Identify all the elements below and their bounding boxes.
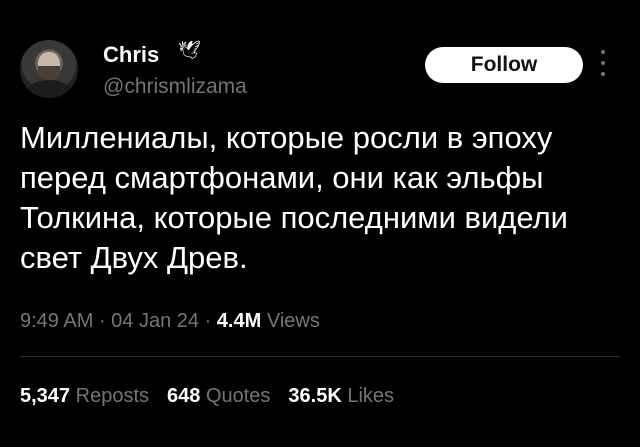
quotes-label: Quotes	[205, 385, 271, 407]
divider	[20, 356, 620, 357]
tweet-date[interactable]: 04 Jan 24	[111, 310, 199, 332]
author-handle[interactable]: @chrismlizama	[103, 75, 247, 99]
tweet-meta: 9:49 AM · 04 Jan 24 · 4.4M Views	[20, 310, 320, 333]
likes-link[interactable]: 36.5K Likes	[288, 385, 394, 407]
meta-separator: ·	[199, 310, 217, 332]
more-dot	[601, 72, 605, 76]
avatar[interactable]	[20, 40, 78, 98]
more-dot	[601, 61, 605, 65]
views-label: Views	[266, 310, 320, 332]
tweet-card: Chris 🕊 @chrismlizama Follow Миллениалы,…	[0, 0, 640, 447]
quotes-count: 648	[167, 385, 201, 407]
engagement-stats: 5,347 Reposts 648 Quotes 36.5K Likes	[20, 385, 394, 408]
avatar-beard	[38, 66, 60, 80]
reposts-count: 5,347	[20, 385, 71, 407]
likes-count: 36.5K	[288, 385, 342, 407]
bird-icon: 🕊	[178, 40, 201, 60]
avatar-shirt	[26, 80, 72, 98]
views-count: 4.4M	[216, 310, 262, 332]
author-name[interactable]: Chris	[103, 42, 159, 68]
likes-label: Likes	[347, 385, 395, 407]
tweet-text: Миллениалы, которые росли в эпоху перед …	[20, 120, 568, 275]
more-dot	[601, 50, 605, 54]
meta-separator: ·	[93, 310, 112, 332]
reposts-link[interactable]: 5,347 Reposts	[20, 385, 149, 407]
more-options-icon[interactable]	[600, 50, 606, 76]
quotes-link[interactable]: 648 Quotes	[167, 385, 270, 407]
follow-button[interactable]: Follow	[425, 47, 583, 83]
tweet-time[interactable]: 9:49 AM	[20, 310, 93, 332]
reposts-label: Reposts	[75, 385, 149, 407]
